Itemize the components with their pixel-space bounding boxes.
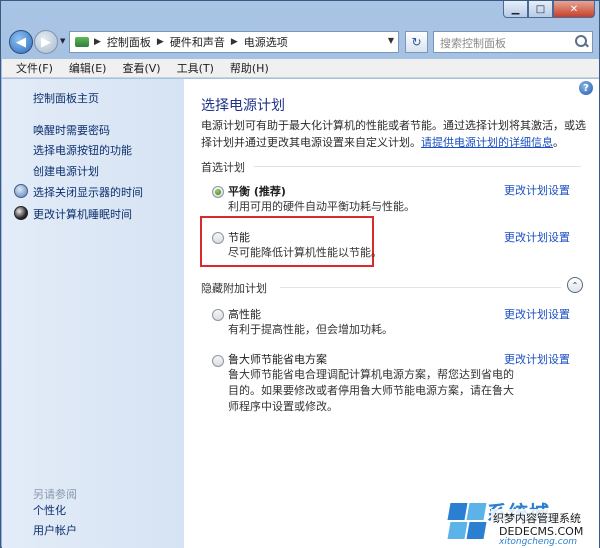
plan-desc-high-performance: 有利于提高性能，但会增加功耗。	[228, 323, 393, 336]
personalization-link[interactable]: 个性化	[33, 502, 66, 518]
close-button[interactable]: ✕	[553, 1, 595, 18]
description-period: 。	[553, 136, 564, 149]
section-divider	[254, 166, 581, 167]
watermark-logo	[447, 501, 487, 541]
control-panel-home-link[interactable]: 控制面板主页	[33, 90, 99, 106]
minimize-button[interactable]: ▁	[503, 1, 528, 18]
title-bar: ▁ □ ✕	[1, 1, 600, 23]
plan-name-high-performance[interactable]: 高性能	[228, 306, 261, 322]
moon-icon	[14, 206, 28, 220]
search-placeholder: 搜索控制面板	[440, 37, 506, 50]
search-input[interactable]: 搜索控制面板	[433, 31, 593, 53]
change-plan-high-performance-link[interactable]: 更改计划设置	[504, 306, 570, 322]
breadcrumb-power-options[interactable]: 电源选项	[244, 34, 288, 50]
plan-radio-high-performance[interactable]	[212, 309, 224, 321]
control-panel-window: ▁ □ ✕ ◀ ▶ ▼ ▶ 控制面板 ▶ 硬件和声音 ▶ 电源选项 ▼ ↻ 搜索…	[0, 0, 600, 548]
watermark: 系统城 织梦内容管理系统 DEDECMS.COM xitongcheng.com	[447, 497, 599, 547]
plan-desc-power-saver: 尽可能降低计算机性能以节能。	[228, 246, 382, 259]
breadcrumb-control-panel[interactable]: 控制面板	[107, 34, 151, 50]
plan-desc-balanced: 利用可用的硬件自动平衡功耗与性能。	[228, 200, 415, 213]
hidden-plans-header: 隐藏附加计划	[201, 282, 267, 295]
watermark-url: xitongcheng.com	[499, 537, 577, 547]
breadcrumb-hardware-sound[interactable]: 硬件和声音	[170, 34, 225, 50]
refresh-button[interactable]: ↻	[405, 31, 428, 53]
user-accounts-link[interactable]: 用户帐户	[33, 522, 77, 538]
menu-help[interactable]: 帮助(H)	[222, 60, 277, 76]
task-pane: 控制面板主页 唤醒时需要密码 选择电源按钮的功能 创建电源计划 选择关闭显示器的…	[2, 79, 184, 548]
plan-name-balanced[interactable]: 平衡 (推荐)	[228, 183, 286, 199]
main-content: ? 选择电源计划 电源计划可有助于最大化计算机的性能或者节能。通过选择计划将其激…	[184, 79, 599, 548]
address-bar[interactable]: ▶ 控制面板 ▶ 硬件和声音 ▶ 电源选项 ▼	[69, 31, 399, 53]
page-description: 电源计划可有助于最大化计算机的性能或者节能。通过选择计划将其激活，或选择计划并通…	[201, 117, 586, 151]
create-plan-link[interactable]: 创建电源计划	[33, 163, 99, 179]
section-divider	[280, 287, 561, 288]
address-row: ◀ ▶ ▼ ▶ 控制面板 ▶ 硬件和声音 ▶ 电源选项 ▼ ↻ 搜索控制面板	[1, 25, 600, 57]
wake-password-link[interactable]: 唤醒时需要密码	[33, 122, 110, 138]
plan-name-power-saver[interactable]: 节能	[228, 229, 250, 245]
breadcrumb-separator[interactable]: ▶	[231, 37, 238, 47]
change-plan-balanced-link[interactable]: 更改计划设置	[504, 182, 570, 198]
plan-radio-power-saver[interactable]	[212, 232, 224, 244]
menu-tools[interactable]: 工具(T)	[169, 60, 222, 76]
power-button-link[interactable]: 选择电源按钮的功能	[33, 142, 132, 158]
preferred-plans-header: 首选计划	[201, 161, 245, 174]
plan-radio-balanced[interactable]	[212, 186, 224, 198]
breadcrumb-separator[interactable]: ▶	[157, 37, 164, 47]
collapse-hidden-plans-button[interactable]: ⌃	[567, 277, 583, 293]
display-off-time-link[interactable]: 选择关闭显示器的时间	[33, 184, 143, 200]
help-icon[interactable]: ?	[579, 81, 593, 95]
menu-bar: 文件(F) 编辑(E) 查看(V) 工具(T) 帮助(H)	[2, 59, 599, 78]
change-plan-power-saver-link[interactable]: 更改计划设置	[504, 229, 570, 245]
back-button[interactable]: ◀	[9, 30, 33, 54]
plan-name-ludashi[interactable]: 鲁大师节能省电方案	[228, 351, 327, 367]
recent-pages-dropdown[interactable]: ▼	[60, 37, 65, 45]
menu-edit[interactable]: 编辑(E)	[61, 60, 115, 76]
address-dropdown-icon[interactable]: ▼	[388, 36, 394, 45]
forward-button[interactable]: ▶	[34, 30, 58, 54]
window-controls: ▁ □ ✕	[503, 1, 595, 18]
see-also-label: 另请参阅	[33, 488, 77, 501]
maximize-button[interactable]: □	[528, 1, 553, 18]
page-title: 选择电源计划	[201, 98, 285, 114]
sleep-time-link[interactable]: 更改计算机睡眠时间	[33, 206, 132, 222]
control-panel-icon	[74, 35, 90, 49]
plan-radio-ludashi[interactable]	[212, 355, 224, 367]
menu-view[interactable]: 查看(V)	[114, 60, 168, 76]
plan-details-link[interactable]: 请提供电源计划的详细信息	[421, 136, 553, 149]
breadcrumb-separator[interactable]: ▶	[94, 37, 101, 47]
monitor-icon	[14, 184, 28, 198]
menu-file[interactable]: 文件(F)	[2, 60, 61, 76]
change-plan-ludashi-link[interactable]: 更改计划设置	[504, 351, 570, 367]
plan-desc-ludashi: 鲁大师节能省电合理调配计算机电源方案，帮您达到省电的目的。如果要修改或者停用鲁大…	[228, 368, 514, 413]
search-icon[interactable]	[575, 35, 588, 48]
